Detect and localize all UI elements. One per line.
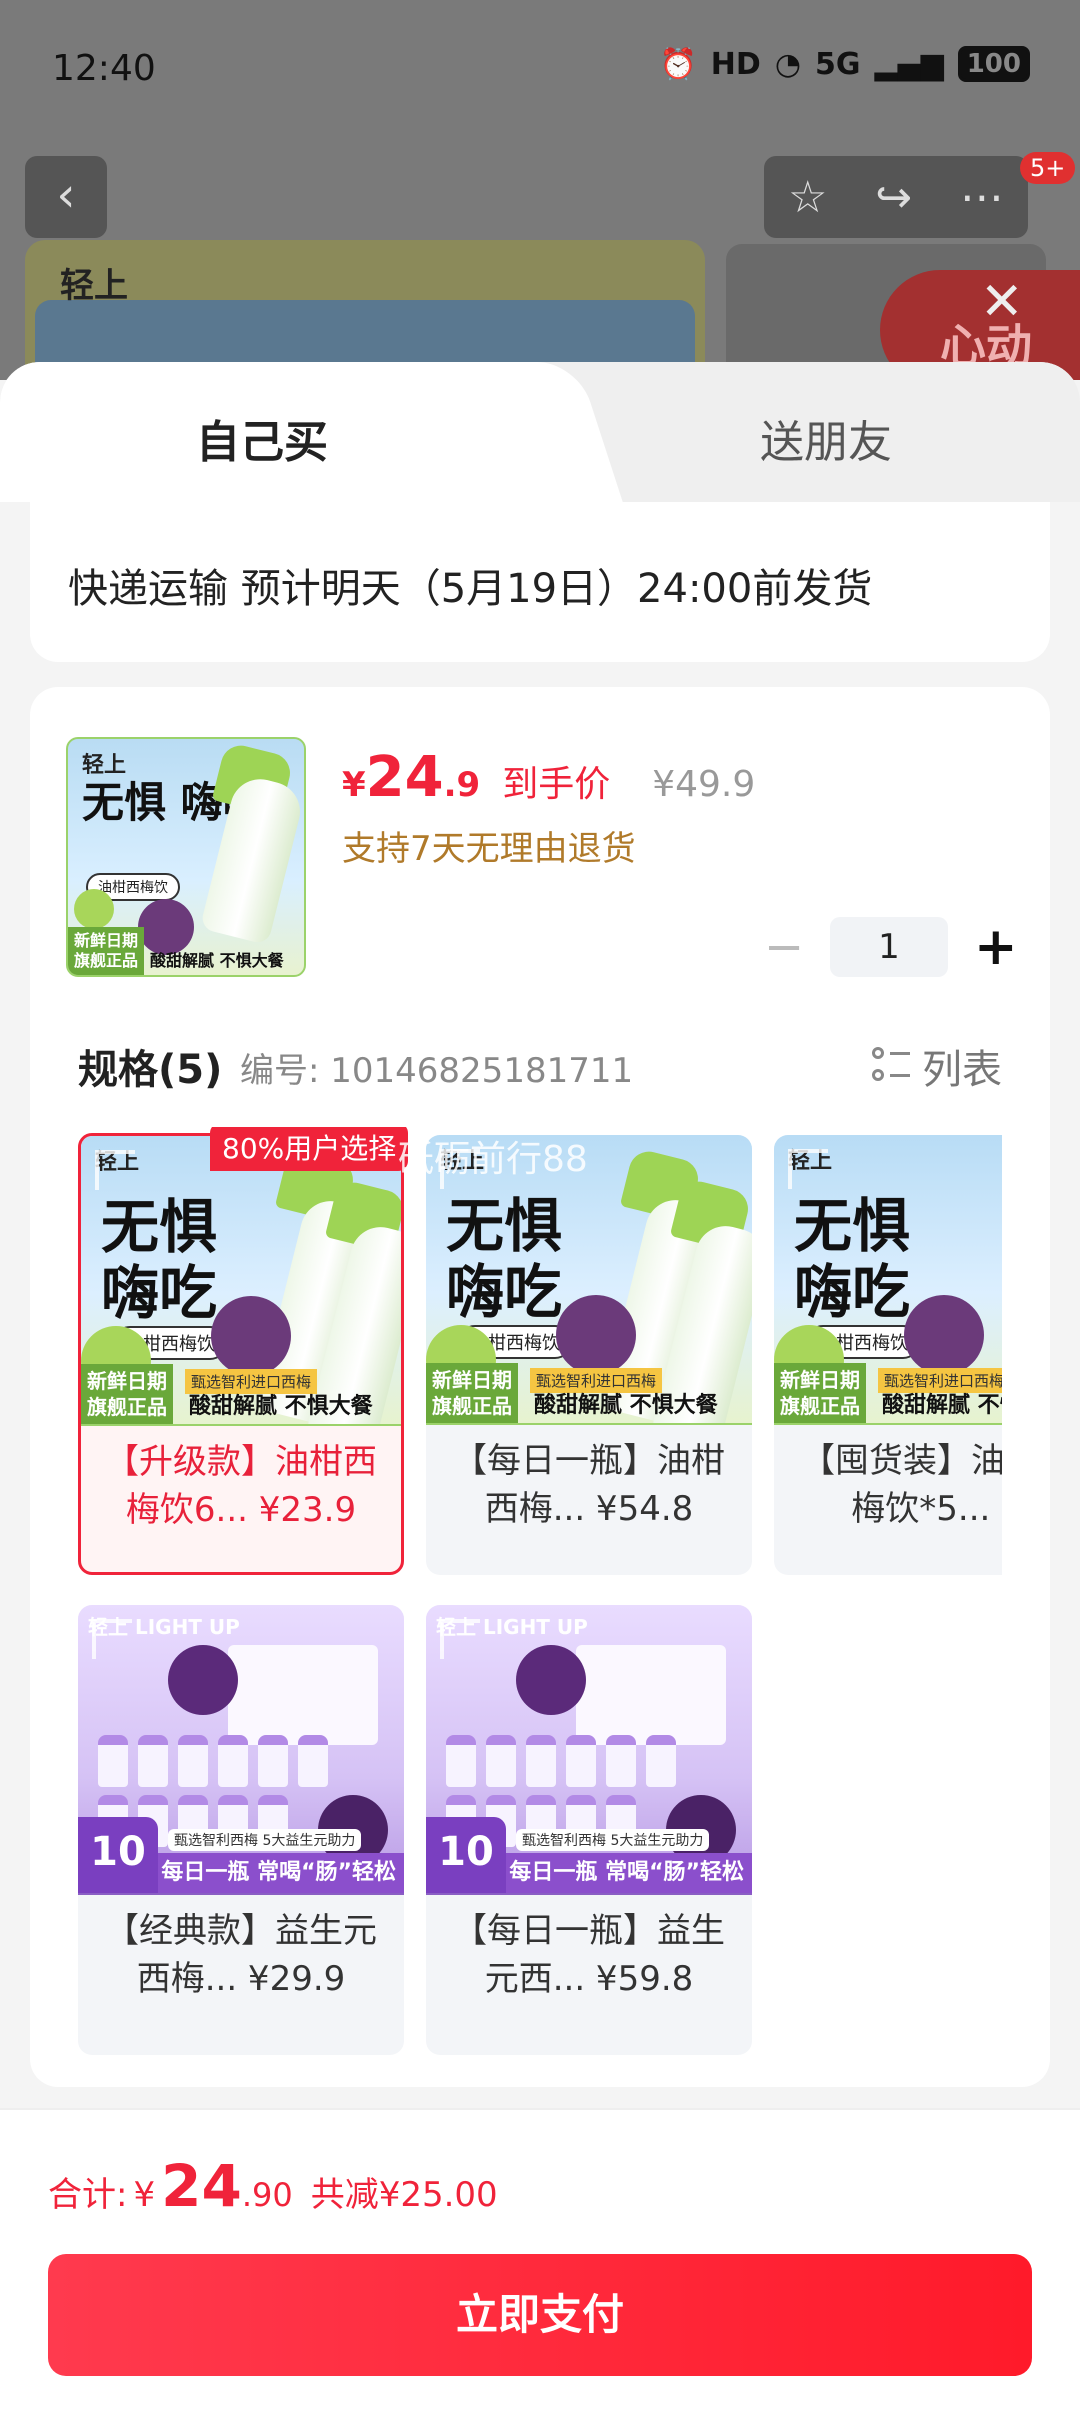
variant-card-1[interactable]: 轻上 无惧 嗨吃 油柑西梅饮 新鲜日期 旗舰正品 甄选智利进口西梅 酸甜解腻 不… xyxy=(78,1133,404,1575)
more-icon[interactable]: ⋯ xyxy=(960,172,1004,223)
expand-icon[interactable] xyxy=(92,1619,132,1659)
variant-label: 【每日一瓶】油柑西梅... ¥54.8 xyxy=(453,1441,725,1529)
watermark: 砥砺前行88 xyxy=(398,1139,588,1180)
background-page: 12:40 ⏰ HD ◔ 5G ▂▄▆ 100 ‹ ☆ ↪ ⋯ 5+ 轻上 心动… xyxy=(0,0,1080,380)
hd-icon: HD xyxy=(710,46,761,82)
variant-card-3[interactable]: 轻上 无惧 嗨吃 油柑西梅饮 新鲜日期 旗舰正品 甄选智利进口西梅 酸甜解腻 不… xyxy=(774,1135,1002,1575)
variant-label: 【囤货装】油柑西梅饮*5... ¥ xyxy=(801,1441,1002,1529)
nav-actions: ☆ ↪ ⋯ xyxy=(764,156,1028,238)
expand-icon[interactable] xyxy=(788,1149,828,1189)
product-card: 轻上 无惧 嗨吃 油柑西梅饮 新鲜日期 旗舰正品 酸甜解腻 不惧大餐 ¥ 24 … xyxy=(30,687,1050,2087)
back-button[interactable]: ‹ xyxy=(25,156,107,238)
close-icon[interactable]: ✕ xyxy=(980,272,1024,332)
total-label: 合计: xyxy=(48,2175,128,2215)
tab-self-buy-label[interactable]: 自己买 xyxy=(196,406,328,470)
variant-label: 【每日一瓶】益生元西... ¥59.8 xyxy=(453,1911,725,1999)
share-icon[interactable]: ↪ xyxy=(875,172,912,223)
minus-button[interactable]: − xyxy=(764,919,804,975)
variant-image: 轻上 无惧 嗨吃 油柑西梅饮 新鲜日期 旗舰正品 甄选智利进口西梅 酸甜解腻 不… xyxy=(774,1135,1002,1425)
product-thumbnail[interactable]: 轻上 无惧 嗨吃 油柑西梅饮 新鲜日期 旗舰正品 酸甜解腻 不惧大餐 xyxy=(66,737,306,977)
background-logo: 轻上 xyxy=(60,266,128,306)
chevron-left-icon: ‹ xyxy=(56,167,76,223)
expand-icon[interactable] xyxy=(95,1150,135,1190)
variant-card-2[interactable]: 轻上 无惧 嗨吃 油柑西梅饮 新鲜日期 旗舰正品 甄选智利进口西梅 酸甜解腻 不… xyxy=(426,1135,752,1575)
price-row: ¥ 24 .9 到手价 ¥49.9 xyxy=(342,745,755,810)
total-summary: 合计: ¥ 24 .90 共减¥25.00 xyxy=(48,2152,498,2220)
signal-icon-2: ▂▄▆ xyxy=(874,46,944,82)
list-view-label: 列表 xyxy=(922,1047,1002,1093)
tab-bar: 自己买 送朋友 xyxy=(0,362,1080,502)
variant-card-5[interactable]: 轻上 LIGHT UP 甄选智利西梅 5大益生元助力 每日一瓶 常喝“肠”轻松 … xyxy=(426,1605,752,2055)
purchase-sheet: 自己买 送朋友 快递运输 预计明天（5月19日）24:00前发货 轻上 无惧 嗨… xyxy=(0,362,1080,2412)
quantity-value[interactable]: 1 xyxy=(830,917,948,977)
price-currency: ¥ xyxy=(342,765,366,805)
total-currency: ¥ xyxy=(133,2175,156,2215)
thumb-tag: 新鲜日期 旗舰正品 xyxy=(68,927,145,975)
expand-icon[interactable] xyxy=(440,1619,480,1659)
thumb-foot: 酸甜解腻 不惧大餐 xyxy=(150,951,284,970)
battery-icon: 100 xyxy=(957,46,1030,82)
shipping-text: 快递运输 预计明天（5月19日）24:00前发货 xyxy=(68,566,873,612)
star-icon[interactable]: ☆ xyxy=(788,172,827,223)
variant-label: 【经典款】益生元西梅... ¥29.9 xyxy=(105,1911,377,1999)
total-integer: 24 xyxy=(161,2152,242,2220)
popular-badge: 80%用户选择 xyxy=(210,1127,409,1171)
spec-title: 规格(5) xyxy=(78,1047,223,1093)
variant-image: 轻上 LIGHT UP 甄选智利西梅 5大益生元助力 每日一瓶 常喝“肠”轻松 … xyxy=(78,1605,404,1895)
total-decimal: .90 xyxy=(241,2176,293,2214)
list-icon xyxy=(872,1047,910,1085)
total-savings: 共减¥25.00 xyxy=(310,2175,498,2215)
signal-icon: 5G xyxy=(815,46,861,82)
status-time: 12:40 xyxy=(52,48,156,89)
status-bar: 12:40 ⏰ HD ◔ 5G ▂▄▆ 100 xyxy=(0,0,1080,140)
variant-label: 【升级款】油柑西梅饮6... ¥23.9 xyxy=(105,1442,377,1530)
alarm-icon: ⏰ xyxy=(659,46,697,82)
pay-now-button[interactable]: 立即支付 xyxy=(48,2254,1032,2376)
variant-grid: 轻上 无惧 嗨吃 油柑西梅饮 新鲜日期 旗舰正品 甄选智利进口西梅 酸甜解腻 不… xyxy=(78,1127,1002,2067)
price-decimal: .9 xyxy=(443,765,481,805)
variant-image: 轻上 LIGHT UP 甄选智利西梅 5大益生元助力 每日一瓶 常喝“肠”轻松 … xyxy=(426,1605,752,1895)
status-icons: ⏰ HD ◔ 5G ▂▄▆ 100 xyxy=(659,46,1030,82)
variant-image: 轻上 无惧 嗨吃 油柑西梅饮 新鲜日期 旗舰正品 甄选智利进口西梅 酸甜解腻 不… xyxy=(81,1136,401,1426)
notification-badge: 5+ xyxy=(1020,152,1076,184)
tab-gift-friend[interactable]: 送朋友 xyxy=(760,406,892,470)
price-integer: 24 xyxy=(365,745,444,810)
pay-area: 立即支付 xyxy=(0,2242,1080,2412)
thumb-logo: 轻上 xyxy=(82,753,127,778)
original-price: ¥49.9 xyxy=(652,764,756,805)
price-tag: 到手价 xyxy=(502,764,611,805)
wifi-icon: ◔ xyxy=(774,46,801,82)
variant-card-4[interactable]: 轻上 LIGHT UP 甄选智利西梅 5大益生元助力 每日一瓶 常喝“肠”轻松 … xyxy=(78,1605,404,2055)
plus-button[interactable]: + xyxy=(974,917,1018,977)
return-policy: 支持7天无理由退货 xyxy=(342,829,636,869)
quantity-stepper: − 1 + xyxy=(764,917,1018,977)
spec-code: 编号: 10146825181711 xyxy=(240,1051,634,1091)
shipping-card: 快递运输 预计明天（5月19日）24:00前发货 xyxy=(30,502,1050,662)
list-view-toggle[interactable]: 列表 xyxy=(872,1037,1002,1095)
total-bar: 合计: ¥ 24 .90 共减¥25.00 xyxy=(0,2108,1080,2242)
